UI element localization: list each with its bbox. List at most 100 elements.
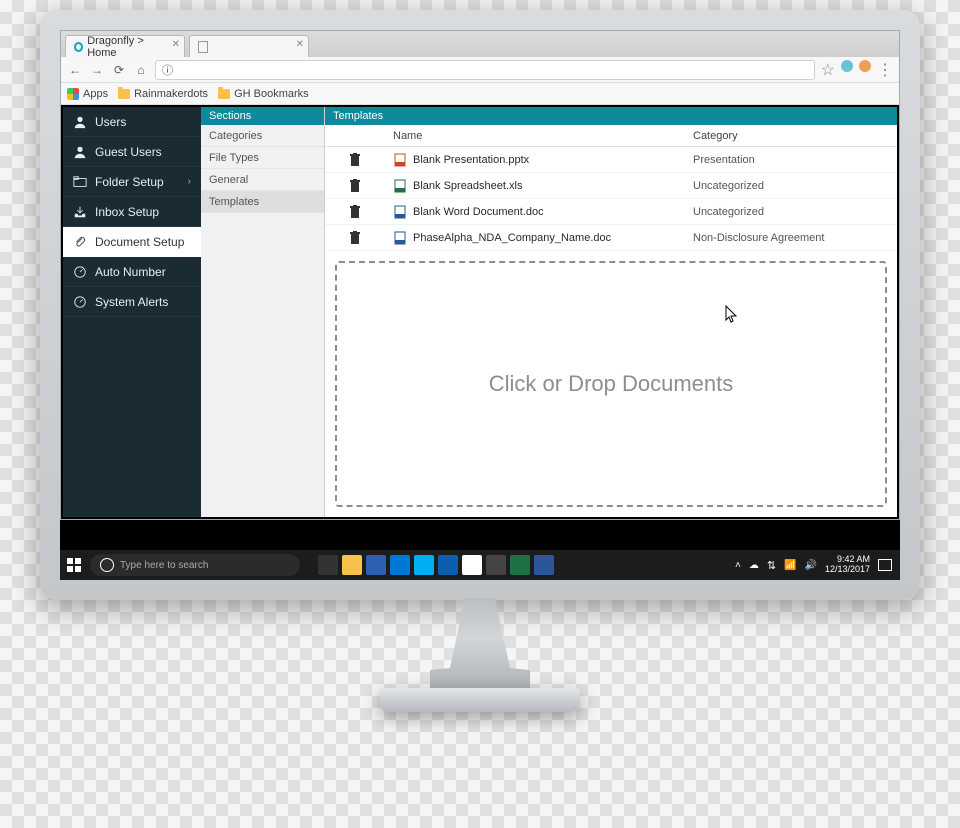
- star-icon[interactable]: ☆: [821, 60, 835, 80]
- start-button[interactable]: [60, 558, 88, 572]
- wifi-icon[interactable]: 📶: [784, 560, 796, 571]
- table-row[interactable]: Blank Spreadsheet.xlsUncategorized: [325, 173, 897, 199]
- user-icon: [73, 145, 87, 159]
- sections-header: Sections: [201, 107, 324, 125]
- tab-close-icon[interactable]: ✕: [172, 39, 180, 50]
- menu-icon[interactable]: ⋮: [877, 60, 893, 80]
- tray-chevron-icon[interactable]: ˄: [735, 560, 741, 571]
- tab-close-icon[interactable]: ✕: [296, 39, 304, 50]
- paperclip-icon: [73, 235, 87, 249]
- section-categories[interactable]: Categories: [201, 125, 324, 147]
- sidebar-item-auto-number[interactable]: Auto Number: [63, 257, 201, 287]
- file-name-cell: Blank Spreadsheet.xls: [385, 179, 685, 193]
- notifications-icon[interactable]: [878, 559, 892, 571]
- favicon-teal-icon: [74, 42, 83, 52]
- bookmark-rainmakerdots[interactable]: Rainmakerdots: [118, 88, 208, 100]
- sidebar-item-system-alerts[interactable]: System Alerts: [63, 287, 201, 317]
- user-icon: [73, 115, 87, 129]
- clock-date: 12/13/2017: [825, 565, 870, 575]
- sidebar-item-label: Guest Users: [95, 145, 162, 159]
- file-icon: [393, 153, 407, 167]
- apps-label: Apps: [83, 88, 108, 100]
- bookmark-label: Rainmakerdots: [134, 88, 208, 100]
- dropzone[interactable]: Click or Drop Documents: [335, 261, 887, 507]
- delete-button[interactable]: [325, 205, 385, 219]
- sidebar-item-label: Folder Setup: [95, 175, 164, 189]
- sidebar: Users Guest Users Folder Setup ›: [63, 107, 201, 517]
- monitor-frame: — ▢ ✕ Dragonfly > Home ✕ ✕ ← →: [40, 10, 920, 600]
- screen: — ▢ ✕ Dragonfly > Home ✕ ✕ ← →: [60, 30, 900, 580]
- apps-button[interactable]: Apps: [67, 88, 108, 100]
- file-category-cell: Uncategorized: [685, 180, 897, 192]
- sidebar-item-users[interactable]: Users: [63, 107, 201, 137]
- taskbar-app-chrome[interactable]: [462, 555, 482, 575]
- app-frame: Users Guest Users Folder Setup ›: [61, 105, 899, 519]
- table-row[interactable]: Blank Word Document.docUncategorized: [325, 199, 897, 225]
- monitor-base: [380, 688, 580, 712]
- section-file-types[interactable]: File Types: [201, 147, 324, 169]
- file-name: PhaseAlpha_NDA_Company_Name.doc: [413, 232, 611, 244]
- sidebar-item-folder-setup[interactable]: Folder Setup ›: [63, 167, 201, 197]
- file-name-cell: PhaseAlpha_NDA_Company_Name.doc: [385, 231, 685, 245]
- taskbar-app-edge[interactable]: [390, 555, 410, 575]
- table-row[interactable]: PhaseAlpha_NDA_Company_Name.docNon-Discl…: [325, 225, 897, 251]
- section-templates[interactable]: Templates: [201, 191, 324, 213]
- trash-icon: [349, 205, 361, 219]
- trash-icon: [349, 179, 361, 193]
- sidebar-item-label: Inbox Setup: [95, 205, 159, 219]
- sidebar-item-label: Auto Number: [95, 265, 166, 279]
- app-content: Users Guest Users Folder Setup ›: [63, 107, 897, 517]
- url-input[interactable]: ⓘ: [155, 60, 815, 80]
- taskbar-app-task-view[interactable]: [318, 555, 338, 575]
- taskbar-app-word[interactable]: [534, 555, 554, 575]
- file-category-cell: Presentation: [685, 154, 897, 166]
- taskbar-app-photos[interactable]: [486, 555, 506, 575]
- address-bar: ← → ⟳ ⌂ ⓘ ☆ ⋮: [61, 57, 899, 83]
- tab-blank[interactable]: ✕: [189, 35, 309, 57]
- sidebar-item-document-setup[interactable]: Document Setup: [63, 227, 201, 257]
- file-name: Blank Word Document.doc: [413, 206, 544, 218]
- sidebar-item-inbox-setup[interactable]: Inbox Setup: [63, 197, 201, 227]
- file-icon: [393, 179, 407, 193]
- extension-icon[interactable]: [859, 60, 871, 72]
- dropzone-label: Click or Drop Documents: [489, 371, 734, 397]
- folder-icon: [73, 175, 87, 189]
- extension-icon[interactable]: [841, 60, 853, 72]
- section-general[interactable]: General: [201, 169, 324, 191]
- delete-button[interactable]: [325, 153, 385, 167]
- taskbar-app-store[interactable]: [366, 555, 386, 575]
- bookmark-gh-bookmarks[interactable]: GH Bookmarks: [218, 88, 309, 100]
- back-button[interactable]: ←: [67, 62, 83, 78]
- delete-button[interactable]: [325, 231, 385, 245]
- column-name: Name: [385, 130, 685, 142]
- browser-window: — ▢ ✕ Dragonfly > Home ✕ ✕ ← →: [60, 30, 900, 520]
- taskbar: Type here to search ˄ ☁ ⇅ 📶 🔊 9:42 AM 12…: [60, 550, 900, 580]
- trash-icon: [349, 153, 361, 167]
- tab-dragonfly[interactable]: Dragonfly > Home ✕: [65, 35, 185, 57]
- network-icon[interactable]: ⇅: [767, 559, 776, 572]
- file-name-cell: Blank Presentation.pptx: [385, 153, 685, 167]
- taskbar-search[interactable]: Type here to search: [90, 554, 300, 576]
- tab-label: Dragonfly > Home: [87, 35, 164, 59]
- home-button[interactable]: ⌂: [133, 62, 149, 78]
- forward-button[interactable]: →: [89, 62, 105, 78]
- file-icon: [393, 231, 407, 245]
- delete-button[interactable]: [325, 179, 385, 193]
- volume-icon[interactable]: 🔊: [805, 560, 817, 571]
- mouse-cursor-icon: [725, 305, 739, 326]
- cloud-icon[interactable]: ☁: [749, 560, 759, 571]
- trash-icon: [349, 231, 361, 245]
- reload-button[interactable]: ⟳: [111, 62, 127, 78]
- taskbar-app-outlook[interactable]: [438, 555, 458, 575]
- sidebar-item-guest-users[interactable]: Guest Users: [63, 137, 201, 167]
- chevron-right-icon: ›: [188, 176, 191, 187]
- file-icon: [393, 205, 407, 219]
- clock[interactable]: 9:42 AM 12/13/2017: [825, 555, 870, 575]
- table-row[interactable]: Blank Presentation.pptxPresentation: [325, 147, 897, 173]
- apps-icon: [67, 88, 79, 100]
- taskbar-app-excel[interactable]: [510, 555, 530, 575]
- monitor-stand: [430, 598, 530, 698]
- file-name-cell: Blank Word Document.doc: [385, 205, 685, 219]
- taskbar-app-skype[interactable]: [414, 555, 434, 575]
- taskbar-app-file-explorer[interactable]: [342, 555, 362, 575]
